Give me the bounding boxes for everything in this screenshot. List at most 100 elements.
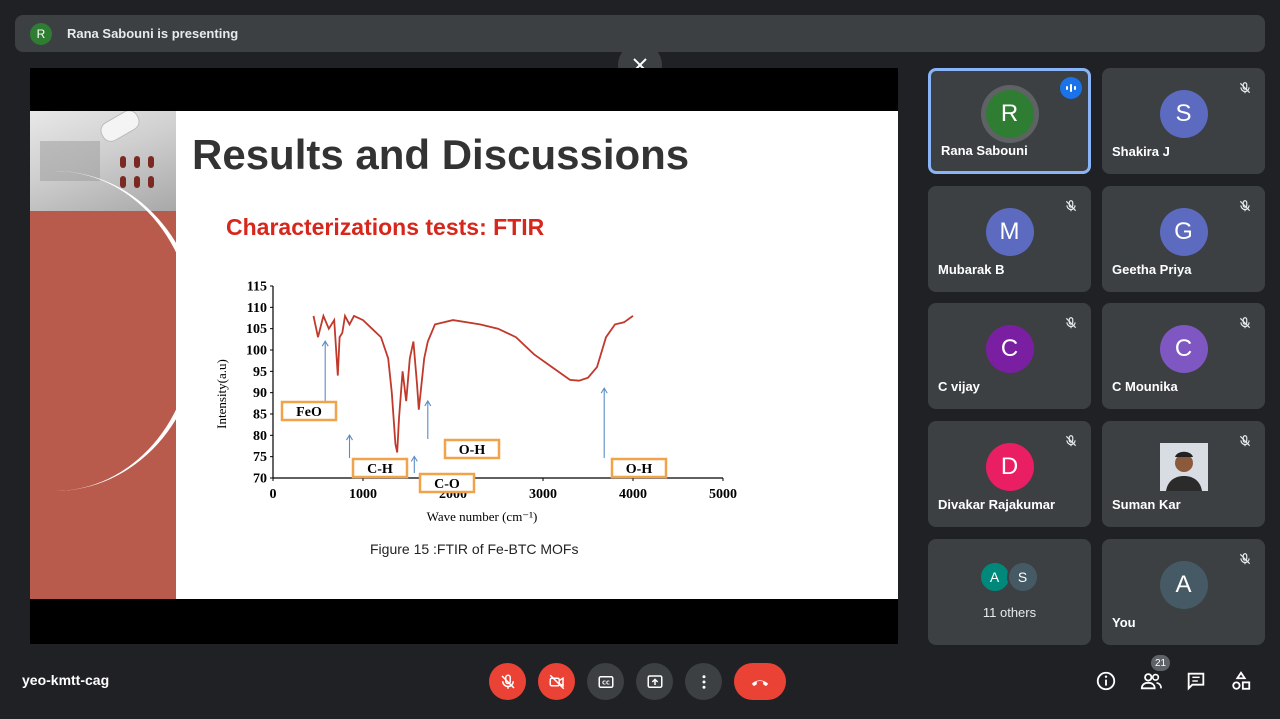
mic-off-icon (500, 674, 515, 689)
slide-subtitle: Characterizations tests: FTIR (226, 214, 545, 240)
participant-avatar: C (1159, 325, 1208, 373)
participant-tile[interactable]: Suman Kar (1102, 421, 1265, 527)
end-call-icon (751, 679, 769, 686)
muted-indicator (1233, 547, 1257, 571)
presenting-text: Rana Sabouni is presenting (67, 26, 239, 41)
participant-avatar: C (985, 325, 1034, 373)
annotation-label: C-H (367, 462, 393, 477)
mic-off-icon (1239, 200, 1251, 212)
meeting-details-button[interactable] (1093, 668, 1119, 694)
participant-tile[interactable]: S Shakira J (1102, 68, 1265, 174)
y-tick-label: 85 (253, 408, 267, 423)
participant-avatar (1159, 443, 1208, 491)
people-button[interactable] (1138, 668, 1164, 694)
more-options-button[interactable] (685, 663, 722, 700)
ftir-series-line (312, 313, 634, 453)
audio-level-icon (1066, 84, 1076, 92)
mic-off-icon (1239, 553, 1251, 565)
mic-off-icon (1065, 200, 1077, 212)
more-icon (702, 674, 705, 689)
participant-avatar: S (1159, 90, 1208, 138)
mic-off-icon (1239, 317, 1251, 329)
captions-icon: CC (598, 675, 613, 688)
y-tick-label: 115 (247, 280, 267, 295)
participant-tile[interactable]: D Divakar Rajakumar (928, 421, 1091, 527)
y-axis-label: Intensity(a.u) (216, 359, 229, 429)
participant-tile[interactable]: R Rana Sabouni (928, 68, 1091, 174)
speaking-indicator (1060, 77, 1082, 99)
ftir-chart: 707580859095100105110115 0 1000 2000 3000 40… (216, 280, 737, 525)
slide: Results and Discussions Characterization… (30, 111, 898, 599)
y-tick-label: 95 (253, 365, 267, 380)
y-tick-label: 90 (253, 386, 267, 401)
participant-name: C Mounika (1112, 379, 1178, 394)
muted-indicator (1233, 76, 1257, 100)
present-icon (647, 674, 662, 688)
x-tick-label: 0 (270, 487, 277, 502)
y-tick-label: 70 (253, 472, 267, 487)
shared-screen: Results and Discussions Characterization… (30, 68, 898, 644)
participant-tile[interactable]: C C Mounika (1102, 303, 1265, 409)
captions-button[interactable]: CC (587, 663, 624, 700)
x-tick-label: 1000 (349, 487, 377, 502)
annotation-label: O-H (626, 462, 653, 477)
others-avatar-a: A (978, 561, 1011, 593)
y-tick-label: 100 (246, 344, 267, 359)
people-count-badge: 21 (1151, 655, 1170, 671)
call-controls: CC (489, 663, 786, 700)
x-tick-label: 5000 (709, 487, 737, 502)
end-call-button[interactable] (734, 663, 786, 700)
y-tick-label: 80 (253, 429, 267, 444)
participant-name: Suman Kar (1112, 497, 1181, 512)
muted-indicator (1059, 194, 1083, 218)
annotation-label: FeO (296, 405, 322, 420)
participant-avatar: R (985, 90, 1034, 138)
participant-tile[interactable]: M Mubarak B (928, 186, 1091, 292)
muted-indicator (1233, 311, 1257, 335)
others-tile[interactable]: A S 11 others (928, 539, 1091, 645)
camera-toggle-button[interactable] (538, 663, 575, 700)
meeting-code: yeo-kmtt-cag (22, 672, 110, 688)
chat-button[interactable] (1183, 668, 1209, 694)
participant-name: Rana Sabouni (941, 143, 1028, 158)
presenter-avatar: R (30, 22, 52, 45)
mic-off-icon (1239, 435, 1251, 447)
mic-off-icon (1065, 435, 1077, 447)
participant-name: Geetha Priya (1112, 262, 1192, 277)
mic-off-icon (1065, 317, 1077, 329)
y-tick-label: 105 (246, 322, 267, 337)
svg-text:CC: CC (602, 680, 610, 686)
muted-indicator (1233, 194, 1257, 218)
muted-indicator (1059, 311, 1083, 335)
participant-tile[interactable]: A You (1102, 539, 1265, 645)
x-tick-label: 3000 (529, 487, 557, 502)
activities-icon (1232, 671, 1251, 690)
mic-toggle-button[interactable] (489, 663, 526, 700)
camera-off-icon (549, 674, 564, 689)
annotation-label: C-O (434, 477, 460, 492)
participant-name: Divakar Rajakumar (938, 497, 1056, 512)
slide-title: Results and Discussions (192, 131, 690, 178)
participant-avatar: G (1159, 208, 1208, 256)
participant-name: C vijay (938, 379, 980, 394)
annotation-label: O-H (459, 443, 486, 458)
mic-off-icon (1239, 82, 1251, 94)
activities-button[interactable] (1228, 668, 1254, 694)
meet-window: R Rana Sabouni is presenting Results and… (0, 0, 1280, 719)
others-avatar-s: S (1006, 561, 1039, 593)
participant-avatar: M (985, 208, 1034, 256)
participant-tile[interactable]: C C vijay (928, 303, 1091, 409)
y-tick-label: 110 (247, 301, 267, 316)
muted-indicator (1059, 429, 1083, 453)
participant-tile[interactable]: G Geetha Priya (1102, 186, 1265, 292)
present-now-button[interactable] (636, 663, 673, 700)
profile-photo (1159, 443, 1208, 491)
participant-avatar: A (1159, 561, 1208, 609)
x-tick-label: 4000 (619, 487, 647, 502)
x-axis-label: Wave number (cm⁻¹) (427, 509, 538, 524)
participant-name: You (1112, 615, 1136, 630)
others-label: 11 others (982, 605, 1037, 620)
muted-indicator (1233, 429, 1257, 453)
participant-name: Shakira J (1112, 144, 1170, 159)
y-tick-label: 75 (253, 450, 267, 465)
